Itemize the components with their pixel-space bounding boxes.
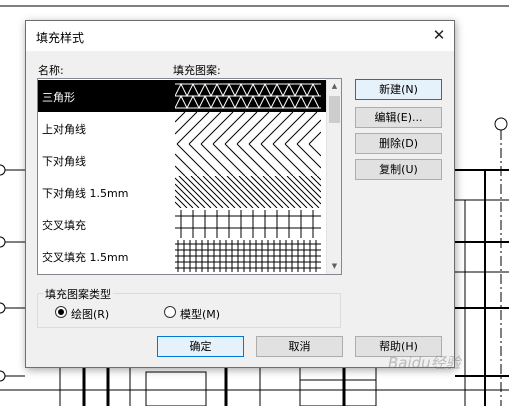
- triangle-pattern-preview: [175, 82, 321, 110]
- crosshatch-pattern-preview: [175, 210, 321, 238]
- fill-pattern-dialog: 填充样式 ✕ 名称: 填充图案: 三角形 上对角线 下对角线 下对角线 1.5m…: [25, 20, 455, 368]
- list-item-name: 上对角线: [42, 123, 86, 136]
- list-item-triangle[interactable]: 三角形: [38, 80, 326, 112]
- drafting-radio[interactable]: [55, 306, 67, 318]
- list-item-name: 下对角线 1.5mm: [42, 187, 129, 200]
- cancel-button[interactable]: 取消: [256, 336, 343, 357]
- dialog-title-bar[interactable]: 填充样式 ✕: [26, 21, 454, 51]
- watermark-text: Baidu经验: [388, 354, 461, 372]
- list-item-diag-up[interactable]: 上对角线: [38, 112, 326, 144]
- screen: 填充样式 ✕ 名称: 填充图案: 三角形 上对角线 下对角线 下对角线 1.5m…: [0, 0, 509, 406]
- copy-button[interactable]: 复制(U): [355, 159, 442, 180]
- crosshatch-fine-pattern-preview: [175, 240, 321, 272]
- list-item-name: 三角形: [42, 91, 75, 104]
- ok-button[interactable]: 确定: [157, 336, 244, 357]
- new-button[interactable]: 新建(N): [355, 79, 442, 100]
- diagonal-down-pattern-preview: [175, 144, 321, 176]
- fill-pattern-list-items: 三角形 上对角线 下对角线 下对角线 1.5mm 交叉填充 交叉填充 1.5mm: [38, 79, 326, 274]
- edit-button[interactable]: 编辑(E)...: [355, 107, 442, 128]
- pattern-column-label: 填充图案:: [173, 64, 221, 77]
- list-item-diag-down-fine[interactable]: 下对角线 1.5mm: [38, 176, 326, 208]
- list-item-diag-down[interactable]: 下对角线: [38, 144, 326, 176]
- fill-pattern-list[interactable]: 三角形 上对角线 下对角线 下对角线 1.5mm 交叉填充 交叉填充 1.5mm…: [37, 78, 342, 275]
- pattern-type-group-title: 填充图案类型: [43, 286, 113, 302]
- name-column-label: 名称:: [38, 64, 64, 77]
- list-item-cross-fine[interactable]: 交叉填充 1.5mm: [38, 240, 326, 272]
- radio-selected-dot: [58, 309, 64, 315]
- scroll-up-arrow-icon[interactable]: ▲: [327, 79, 341, 94]
- scrollbar-thumb[interactable]: [329, 96, 340, 123]
- diagonal-down-fine-pattern-preview: [175, 176, 321, 208]
- close-icon[interactable]: ✕: [428, 24, 450, 46]
- diagonal-up-pattern-preview: [175, 112, 321, 144]
- drafting-radio-label[interactable]: 绘图(R): [71, 306, 109, 322]
- model-radio-label[interactable]: 模型(M): [180, 306, 220, 322]
- list-item-name: 交叉填充: [42, 219, 86, 232]
- dialog-title: 填充样式: [36, 31, 85, 45]
- list-item-name: 交叉填充 1.5mm: [42, 251, 129, 264]
- delete-button[interactable]: 删除(D): [355, 133, 442, 154]
- list-item-name: 下对角线: [42, 155, 86, 168]
- list-scrollbar[interactable]: ▲ ▼: [326, 79, 341, 274]
- list-item-cross[interactable]: 交叉填充: [38, 208, 326, 240]
- scroll-down-arrow-icon[interactable]: ▼: [327, 259, 341, 274]
- model-radio[interactable]: [164, 306, 176, 318]
